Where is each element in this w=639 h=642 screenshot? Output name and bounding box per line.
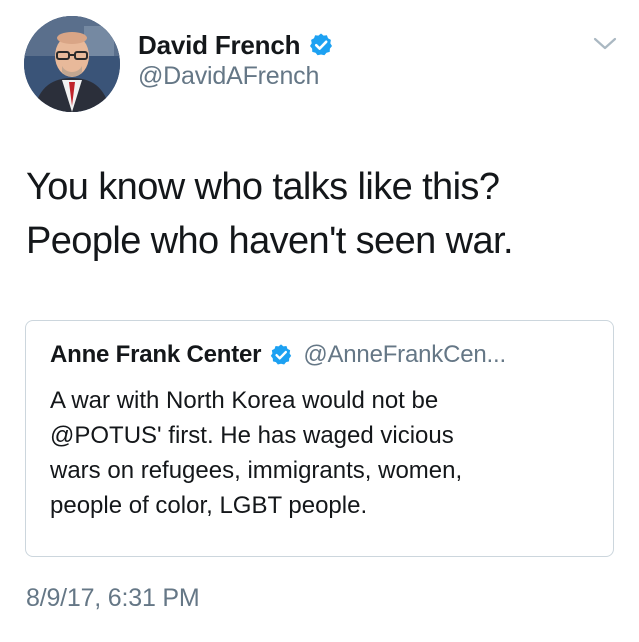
verified-badge-icon [308,32,334,58]
author-name[interactable]: David French [138,30,301,61]
author-name-row: David French [138,28,334,62]
quoted-tweet-text: A war with North Korea would not be @POT… [50,383,595,523]
quoted-author-handle: @AnneFrankCen... [303,341,506,368]
quoted-text-line: wars on refugees, immigrants, women, [50,457,463,484]
quoted-tweet-header: Anne Frank Center @AnneFrankCen... [50,341,506,369]
avatar-photo-icon [24,16,120,112]
quoted-author-name: Anne Frank Center [50,341,262,368]
tweet-card: David French @DavidAFrench You know who … [0,0,639,642]
tweet-text: You know who talks like this? People who… [26,160,616,268]
author-avatar[interactable] [24,16,120,112]
verified-badge-icon [269,343,293,367]
tweet-text-line: People who haven't seen war. [26,220,514,262]
tweet-text-line: You know who talks like this? [26,166,500,208]
quoted-text-line: @POTUS' first. He has waged vicious [50,422,454,449]
author-handle[interactable]: @DavidAFrench [138,62,319,91]
chevron-down-icon[interactable] [592,34,618,54]
quoted-tweet[interactable]: Anne Frank Center @AnneFrankCen... A war… [25,320,614,557]
tweet-timestamp[interactable]: 8/9/17, 6:31 PM [26,584,200,613]
quoted-text-line: people of color, LGBT people. [50,492,368,519]
quoted-text-line: A war with North Korea would not be [50,387,439,414]
